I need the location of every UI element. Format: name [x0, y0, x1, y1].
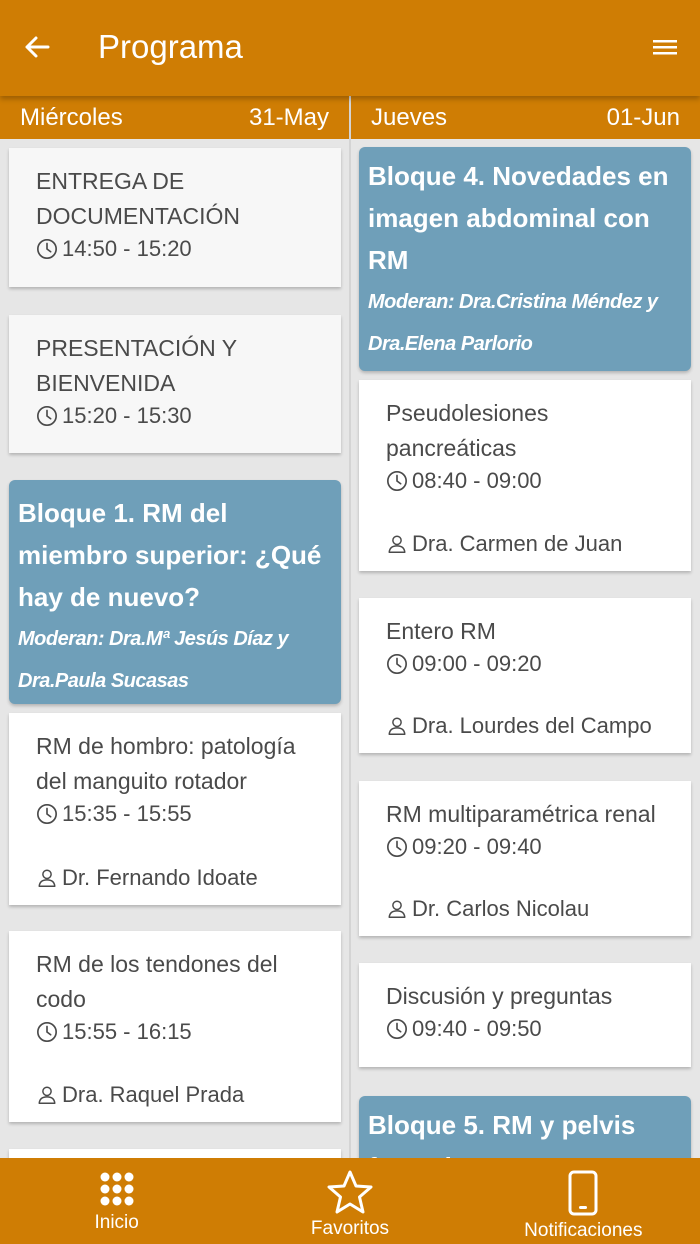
talk-title: Entero RM [386, 618, 496, 644]
talk-card[interactable]: Entero RM 09:00 - 09:20 Dra. Lourdes del… [359, 598, 691, 753]
bottom-tab-bar: Inicio Favoritos Notificaciones [0, 1158, 700, 1244]
speaker-name: Dr. Fernando Idoate [62, 865, 258, 890]
talk-time: 08:40 - 09:00 [386, 466, 667, 496]
day-date: 31-May [248, 103, 329, 131]
talk-speaker: Dra. Carmen de Juan [386, 531, 622, 557]
clock-icon [37, 406, 57, 426]
talk-title: Pseudolesiones pancreáticas [386, 400, 549, 461]
session-time: 14:50 - 15:20 [36, 234, 317, 264]
time-text: 09:00 - 09:20 [412, 651, 542, 676]
session-card[interactable]: PRESENTACIÓN Y BIENVENIDA 15:20 - 15:30 [9, 315, 341, 453]
tab-label: Inicio [94, 1212, 139, 1233]
talk-card[interactable]: Discusión y preguntas 09:40 - 09:50 [359, 963, 691, 1067]
session-time: 15:20 - 15:30 [36, 401, 317, 431]
person-icon [388, 535, 406, 553]
speaker-name: Dra. Lourdes del Campo [412, 713, 652, 738]
day-name: Jueves [371, 103, 448, 131]
talk-time: 15:35 - 15:55 [36, 799, 317, 829]
day-name: Miércoles [20, 103, 123, 131]
block-header[interactable]: Bloque 1. RM del miembro superior: ¿Qué … [9, 480, 341, 704]
speaker-name: Dr. Carlos Nicolau [412, 896, 590, 921]
talk-title: Discusión y preguntas [386, 983, 613, 1009]
talk-title: RM de hombro: patología del manguito rot… [36, 733, 296, 794]
clock-icon [37, 239, 57, 259]
talk-title: RM multiparamétrica renal [386, 801, 656, 827]
speaker-name: Dra. Carmen de Juan [412, 531, 623, 556]
tab-label: Notificaciones [524, 1220, 643, 1241]
talk-time: 09:20 - 09:40 [386, 832, 667, 862]
block-moderators: Moderan: Dra.Mª Jesús Díaz y Dra.Paula S… [18, 628, 289, 692]
talk-speaker: Dra. Raquel Prada [36, 1082, 244, 1108]
talk-speaker: Dra. Lourdes del Campo [386, 713, 652, 739]
talk-time: 09:40 - 09:50 [386, 1014, 667, 1044]
session-card[interactable]: ENTREGA DE DOCUMENTACIÓN 14:50 - 15:20 [9, 148, 341, 287]
day-header-thursday: Jueves 01-Jun [351, 96, 700, 139]
tab-label: Favoritos [310, 1218, 390, 1239]
talk-card[interactable]: RM de hombro: patología del manguito rot… [9, 713, 341, 905]
block-title: Bloque 1. RM del miembro superior: ¿Qué … [18, 498, 322, 612]
hamburger-menu-icon [653, 40, 677, 55]
talk-title: RM de los tendones del codo [36, 951, 278, 1012]
talk-speaker: Dr. Fernando Idoate [36, 865, 258, 891]
tab-favoritos[interactable]: Favoritos [233, 1158, 466, 1244]
tab-notificaciones[interactable]: Notificaciones [467, 1158, 700, 1244]
schedule-column-wednesday[interactable]: ENTREGA DE DOCUMENTACIÓN 14:50 - 15:20 P… [0, 139, 349, 1160]
person-icon [388, 717, 406, 735]
clock-icon [37, 1022, 57, 1042]
block-moderators: Moderan: Dra.Cristina Méndez y Dra.Elena… [368, 291, 658, 355]
clock-icon [37, 804, 57, 824]
clock-icon [387, 837, 407, 857]
talk-time: 09:00 - 09:20 [386, 649, 667, 679]
grid-dots-icon [100, 1172, 134, 1206]
session-title: PRESENTACIÓN Y BIENVENIDA [36, 335, 237, 396]
time-text: 09:20 - 09:40 [412, 834, 542, 859]
time-text: 09:40 - 09:50 [412, 1016, 542, 1041]
time-text: 15:55 - 16:15 [62, 1019, 192, 1044]
arrow-left-icon [25, 36, 50, 58]
speaker-name: Dra. Raquel Prada [62, 1082, 245, 1107]
talk-time: 15:55 - 16:15 [36, 1017, 317, 1047]
clock-icon [387, 1019, 407, 1039]
time-text: 15:20 - 15:30 [62, 403, 192, 428]
time-text: 14:50 - 15:20 [62, 236, 192, 261]
time-text: 15:35 - 15:55 [62, 801, 192, 826]
schedule-column-thursday[interactable]: Bloque 4. Novedades en imagen abdominal … [351, 139, 700, 1160]
tab-inicio[interactable]: Inicio [0, 1158, 233, 1244]
day-header-wednesday: Miércoles 31-May [0, 96, 349, 139]
back-button[interactable] [20, 30, 54, 64]
page-title: Programa [98, 28, 243, 65]
person-icon [38, 869, 56, 887]
talk-card[interactable]: RM multiparamétrica renal 09:20 - 09:40 … [359, 781, 691, 936]
block-title: Bloque 4. Novedades en imagen abdominal … [368, 161, 669, 275]
clock-icon [387, 471, 407, 491]
day-date: 01-Jun [606, 103, 680, 131]
block-title: Bloque 5. RM y pelvis femenina [368, 1110, 636, 1160]
talk-card[interactable]: RM de los tendones del codo 15:55 - 16:1… [9, 931, 341, 1122]
clock-icon [387, 654, 407, 674]
block-header[interactable]: Bloque 4. Novedades en imagen abdominal … [359, 147, 691, 371]
block-header[interactable]: Bloque 5. RM y pelvis femenina [359, 1096, 691, 1160]
menu-button[interactable] [650, 30, 680, 64]
talk-speaker: Dr. Carlos Nicolau [386, 896, 589, 922]
star-icon [327, 1170, 373, 1214]
person-icon [38, 1086, 56, 1104]
phone-icon [568, 1170, 598, 1216]
talk-card[interactable]: Pseudolesiones pancreáticas 08:40 - 09:0… [359, 380, 691, 571]
session-title: ENTREGA DE DOCUMENTACIÓN [36, 168, 241, 229]
app-bar: Programa [0, 0, 700, 96]
time-text: 08:40 - 09:00 [412, 468, 542, 493]
person-icon [388, 900, 406, 918]
